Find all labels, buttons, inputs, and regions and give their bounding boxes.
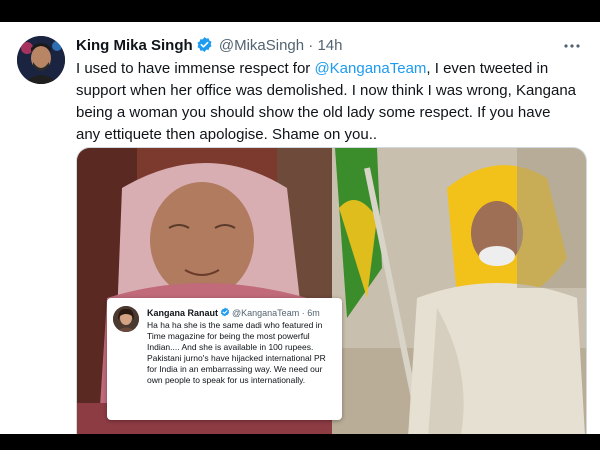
- tweet-card: King Mika Singh @MikaSingh · 14h I used …: [0, 22, 600, 434]
- embedded-time-separator: ·: [301, 308, 305, 318]
- embedded-author-handle: @KanganaTeam: [232, 308, 300, 318]
- tweet-text-part1: I used to have immense respect for: [76, 60, 315, 77]
- embedded-author-name: Kangana Ranaut: [147, 308, 219, 318]
- verified-badge-icon: [196, 36, 213, 59]
- tweet-timestamp[interactable]: 14h: [317, 37, 342, 54]
- author-name[interactable]: King Mika Singh: [76, 37, 193, 54]
- author-avatar[interactable]: [17, 36, 65, 84]
- tweet-header: King Mika Singh @MikaSingh · 14h: [76, 36, 342, 59]
- embedded-verified-badge-icon: [220, 307, 230, 320]
- tweet-text: I used to have immense respect for @Kang…: [76, 58, 576, 146]
- time-separator: ·: [308, 37, 314, 54]
- author-handle[interactable]: @MikaSingh: [219, 37, 304, 54]
- embedded-tweet-timestamp: 6m: [307, 308, 320, 318]
- embedded-tweet-text: Ha ha ha she is the same dadi who featur…: [147, 320, 326, 385]
- tweet-media[interactable]: Kangana Ranaut @KanganaTeam · 6m Ha ha ha…: [76, 147, 587, 434]
- embedded-tweet[interactable]: Kangana Ranaut @KanganaTeam · 6m Ha ha ha…: [107, 298, 342, 420]
- more-options-icon[interactable]: [562, 36, 582, 56]
- embedded-author-avatar: [113, 306, 139, 332]
- embedded-tweet-header: Kangana Ranaut @KanganaTeam · 6m: [147, 307, 320, 320]
- mention-link[interactable]: @KanganaTeam: [314, 60, 426, 77]
